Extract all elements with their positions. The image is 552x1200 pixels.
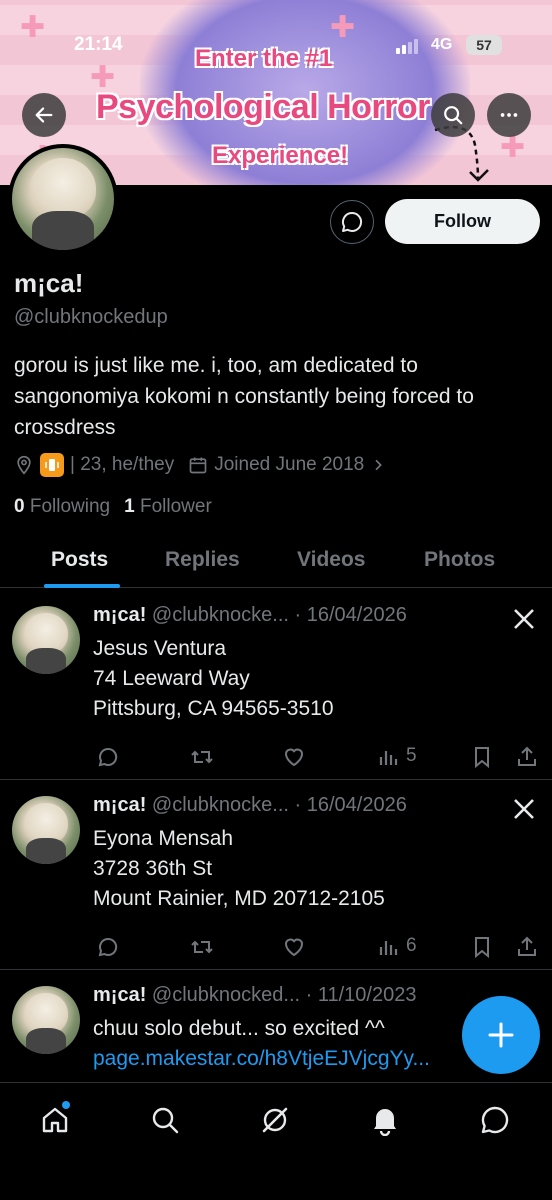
banner-text-line2: Psychological Horror [96,88,430,126]
followers-link[interactable]: 1 Follower [124,496,212,518]
tab-posts[interactable]: Posts [51,548,108,572]
post-avatar[interactable] [12,606,80,674]
back-button[interactable] [22,93,66,137]
arrow-left-icon [35,107,53,123]
following-link[interactable]: 0 Following [14,496,110,518]
tab-replies[interactable]: Replies [165,548,240,572]
x-logo-icon[interactable] [512,797,536,821]
post-header: m¡ca! @clubknocked... · 11/10/2023 [93,984,416,1007]
nav-messages[interactable] [478,1103,512,1137]
post-handle-date: @clubknocke... · 16/04/2026 [151,604,407,626]
message-button[interactable] [330,200,374,244]
tab-videos[interactable]: Videos [297,548,365,572]
like-button[interactable] [282,935,306,959]
compose-post-button[interactable] [462,996,540,1074]
reply-icon [98,937,118,957]
reply-button[interactable] [96,745,120,769]
bookmark-icon [475,937,489,959]
bookmark-button[interactable] [471,935,493,959]
post-item[interactable]: m¡ca! @clubknocke... · 16/04/2026 Eyona … [0,780,552,970]
share-button[interactable] [515,935,539,959]
chevron-right-icon[interactable] [370,457,386,473]
profile-joined-date: Joined June 2018 [214,454,365,475]
location-pin-icon [17,455,31,475]
follow-counts: 0 Following 1 Follower [14,496,212,518]
banner-text-line3: Experience! [212,142,349,169]
reply-icon [98,747,118,767]
profile-bio: gorou is just like me. i, too, am dedica… [14,354,474,439]
post-link[interactable]: page.makestar.co/h8VtjeEJVjcgYy... [93,1044,430,1074]
chat-bubble-icon [342,211,363,232]
bookmark-button[interactable] [471,745,493,769]
views-chart-icon [379,941,398,955]
grok-icon [262,1107,288,1133]
post-text: chuu solo debut... so excited ^^ page.ma… [93,1014,430,1074]
bookmark-icon [475,747,489,769]
follow-button[interactable]: Follow [385,199,540,244]
nav-search[interactable] [148,1103,182,1137]
post-text: Jesus Ventura 74 Leeward Way Pittsburg, … [93,637,334,720]
share-icon [518,746,536,766]
views-count: 6 [406,935,417,956]
search-icon [152,1107,179,1134]
repost-button[interactable] [189,745,215,769]
bell-icon [374,1109,396,1136]
battery-indicator: 57 [466,35,502,55]
profile-avatar[interactable] [8,144,118,254]
network-type: 4G [431,36,453,53]
home-notification-dot [62,1101,70,1109]
reply-button[interactable] [96,935,120,959]
signal-icon [396,39,418,54]
post-item[interactable]: m¡ca! @clubknocke... · 16/04/2026 Jesus … [0,590,552,780]
calendar-icon [189,457,207,474]
search-icon [444,106,463,125]
post-header: m¡ca! @clubknocke... · 16/04/2026 [93,794,407,817]
repost-icon [191,940,213,954]
views-chart-icon [379,751,398,765]
like-button[interactable] [282,745,306,769]
nav-grok[interactable] [258,1103,292,1137]
post-text: Eyona Mensah 3728 36th St Mount Rainier,… [93,827,385,910]
profile-name: m¡ca! [14,268,84,298]
x-logo-icon[interactable] [512,607,536,631]
post-actions: 6 [0,935,552,963]
more-options-button[interactable] [487,93,531,137]
post-handle-date: @clubknocked... · 11/10/2023 [151,984,417,1006]
share-icon [518,936,536,956]
bottom-navigation [0,1082,552,1200]
views-button[interactable]: 5 [378,745,417,767]
search-button[interactable] [431,93,475,137]
share-button[interactable] [515,745,539,769]
post-avatar[interactable] [12,796,80,864]
status-bar: 21:14 4G 57 [0,34,552,58]
profile-age-pronouns: | 23, he/they [70,454,175,475]
post-handle-date: @clubknocke... · 16/04/2026 [151,794,407,816]
tab-photos[interactable]: Photos [424,548,495,572]
views-button[interactable]: 6 [378,935,417,957]
more-horizontal-icon [500,113,518,117]
repost-button[interactable] [189,935,215,959]
post-actions: 5 [0,745,552,773]
profile-tabs: Posts Replies Videos Photos [0,540,552,588]
nav-notifications[interactable] [368,1103,402,1137]
chat-bubble-icon [481,1106,509,1134]
post-author-name: m¡ca! [93,794,147,816]
repost-icon [191,750,213,764]
active-tab-indicator [44,584,120,588]
post-author-name: m¡ca! [93,984,147,1006]
plus-icon [488,1022,514,1048]
post-header: m¡ca! @clubknocke... · 16/04/2026 [93,604,407,627]
avatar-image [12,148,114,250]
heart-icon [284,748,304,767]
status-time: 21:14 [74,34,123,55]
profile-handle: @clubknockedup [14,306,168,328]
vibration-emoji-icon [40,453,64,477]
profile-meta: | 23, he/they Joined June 2018 [14,452,386,478]
views-count: 5 [406,745,417,766]
post-author-name: m¡ca! [93,604,147,626]
post-avatar[interactable] [12,986,80,1054]
heart-icon [284,938,304,957]
